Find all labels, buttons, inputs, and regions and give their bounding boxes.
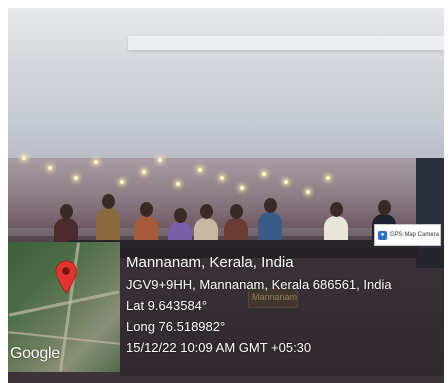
location-datetime: 15/12/22 10:09 AM GMT +05:30 [126,340,312,355]
string-light [158,158,162,162]
ceiling-beam [128,36,444,50]
string-light [284,180,288,184]
string-light [48,166,52,170]
string-light [22,156,26,160]
string-light [94,160,98,164]
string-light [176,182,180,186]
gps-camera-badge-label: GPS Map Camera [390,232,440,238]
gps-camera-badge: ● GPS Map Camera [374,224,441,246]
google-attribution: Google [10,345,60,362]
string-light [120,180,124,184]
string-light [220,176,224,180]
location-overlay: Mannanam, Kerala, India JGV9+9HH, Mannan… [126,252,442,358]
camera-icon: ● [378,230,387,240]
location-place: Mannanam, Kerala, India [126,254,294,271]
location-pin-icon [55,260,77,294]
ceiling [8,8,444,60]
string-light [326,176,330,180]
string-light [262,172,266,176]
location-latitude: Lat 9.643584° [126,298,208,313]
string-light [74,176,78,180]
string-light [198,168,202,172]
string-light [142,170,146,174]
location-address: JGV9+9HH, Mannanam, Kerala 686561, India [126,277,392,292]
location-longitude: Long 76.518982° [126,319,226,334]
stage-wall [8,60,444,170]
map-road [8,290,120,317]
string-light [240,186,244,190]
string-light [306,190,310,194]
